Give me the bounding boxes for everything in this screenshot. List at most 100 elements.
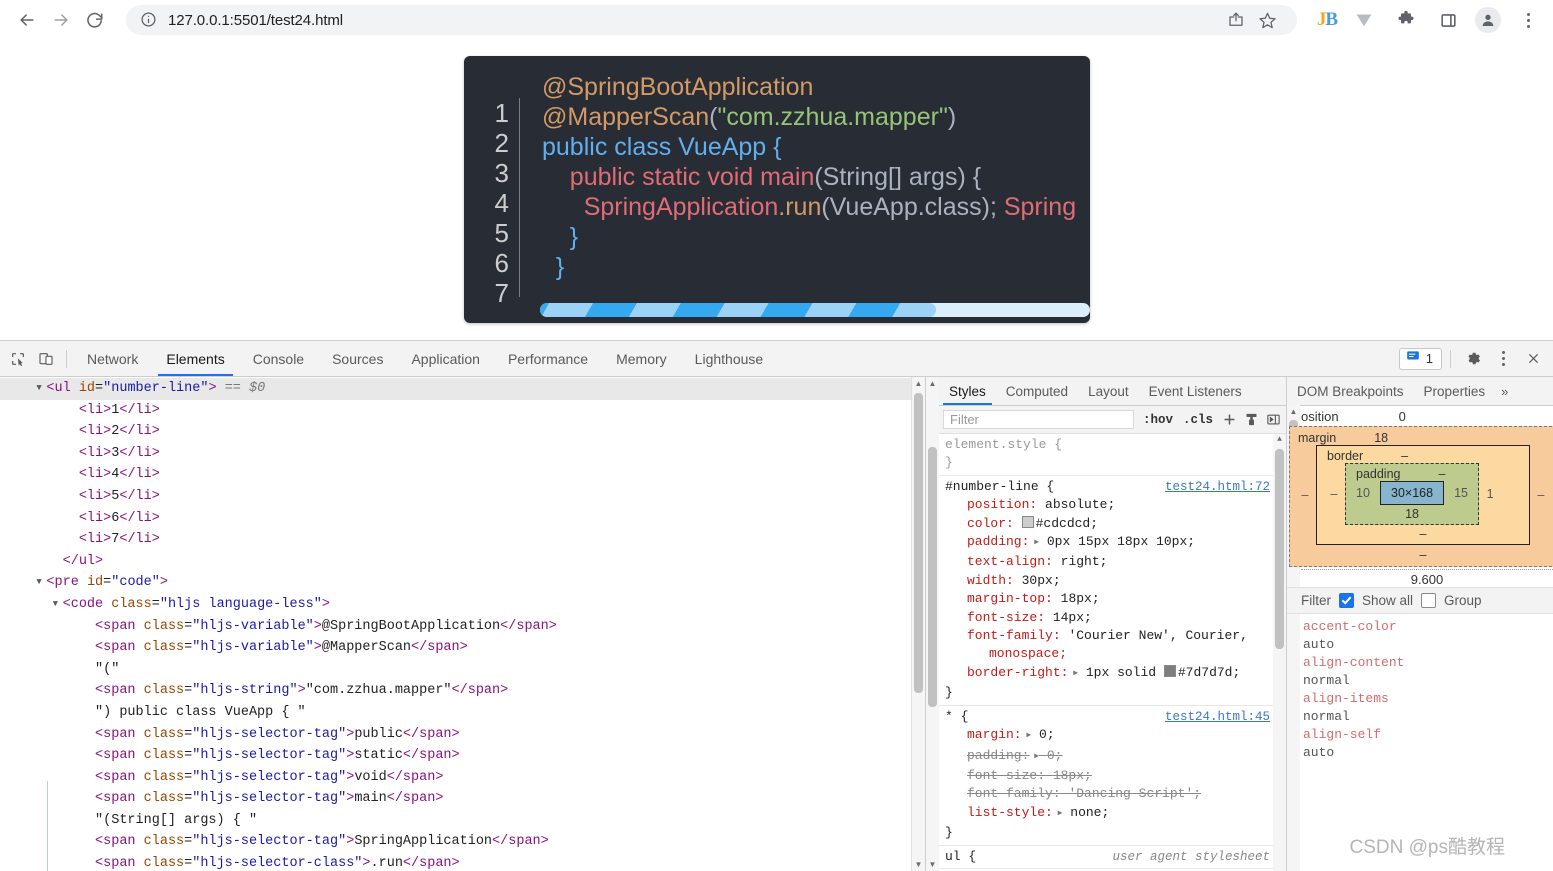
scroll-down-arrow[interactable]: ▼ (912, 858, 925, 871)
devtools-tab-network[interactable]: Network (73, 341, 152, 376)
box-border-bottom[interactable]: – (1420, 527, 1427, 541)
expand-triangle-icon[interactable]: ▼ (36, 378, 46, 400)
css-property-value[interactable]: 0; (1047, 748, 1063, 763)
inspect-element-icon[interactable] (4, 346, 32, 372)
css-rule-source-link[interactable]: user agent stylesheet (1112, 848, 1270, 866)
css-property-value[interactable]: 30px; (1022, 573, 1061, 588)
css-property-name[interactable]: color: (967, 516, 1014, 531)
dom-tree-scrollbar[interactable]: ▲ ▼ (911, 377, 925, 871)
computed-tab-properties[interactable]: Properties (1414, 377, 1496, 405)
scroll-down-arrow-styles[interactable]: ▼ (926, 858, 939, 871)
css-declaration[interactable]: text-align: right; (945, 553, 1286, 571)
css-rule-source-link[interactable]: test24.html:72 (1165, 478, 1270, 496)
dom-tree-row[interactable]: <span class="hljs-selector-class">.run</… (0, 853, 912, 871)
css-property-value[interactable]: #cdcdcd; (1036, 516, 1098, 531)
horizontal-scrollbar[interactable] (540, 303, 1090, 317)
share-icon[interactable] (1221, 5, 1251, 35)
reload-button[interactable] (78, 3, 112, 37)
css-property-name[interactable]: font-size: (967, 768, 1045, 783)
devtools-tab-console[interactable]: Console (239, 341, 318, 376)
box-margin-top[interactable]: 18 (1374, 431, 1388, 445)
styles-tab-styles[interactable]: Styles (939, 377, 996, 405)
css-declaration[interactable]: padding: ▶ 0; (945, 747, 1286, 767)
css-declaration[interactable]: border-right: ▶ 1px solid #7d7d7d; (945, 664, 1286, 684)
expand-arrow-icon[interactable]: ▶ (1029, 534, 1039, 552)
devtools-tab-application[interactable]: Application (397, 341, 494, 376)
jetbrains-toolbox-icon[interactable]: JB (1317, 9, 1338, 31)
css-property-value[interactable]: 14px; (1053, 610, 1092, 625)
cls-toggle[interactable]: .cls (1178, 413, 1218, 427)
dom-tree-row[interactable]: "(String[] args) { " (0, 810, 912, 832)
devtools-more-icon[interactable] (1489, 346, 1517, 372)
css-declaration[interactable]: font-family: 'Courier New', Courier, (945, 627, 1286, 645)
show-all-checkbox-box[interactable] (1339, 592, 1354, 608)
paintbrush-icon[interactable] (1240, 410, 1262, 430)
dom-tree-row[interactable]: <span class="hljs-selector-tag">main</sp… (0, 788, 912, 810)
css-declaration[interactable]: color: #cdcdcd; (945, 515, 1286, 533)
styles-filter-input[interactable]: Filter (943, 410, 1134, 429)
computed-property[interactable]: align-content normal (1301, 654, 1553, 690)
css-property-name[interactable]: font-family: (967, 786, 1061, 801)
css-rule[interactable]: test24.html:72 #number-line {position: ab… (939, 476, 1286, 706)
account-avatar-icon[interactable] (1475, 7, 1501, 33)
console-message-badge[interactable]: 1 (1398, 347, 1442, 370)
css-selector[interactable]: element.style { (945, 436, 1286, 454)
device-toolbar-icon[interactable] (32, 346, 60, 372)
css-property-value-continued[interactable]: monospace; (945, 645, 1286, 663)
dom-tree-row[interactable]: ") public class VueApp { " (0, 702, 912, 724)
css-property-value[interactable]: #7d7d7d; (1178, 665, 1240, 680)
dom-scrollbar-thumb[interactable] (914, 393, 923, 693)
css-property-value[interactable]: 0; (1039, 727, 1055, 742)
dom-tree-row[interactable]: <span class="hljs-string">"com.zzhua.map… (0, 680, 912, 702)
box-padding-right[interactable]: 15 (1450, 486, 1472, 500)
box-border-top[interactable]: – (1401, 449, 1408, 463)
scroll-up-arrow[interactable]: ▲ (912, 377, 925, 390)
css-property-name[interactable]: list-style: (967, 805, 1053, 820)
computed-property[interactable]: align-items normal (1301, 690, 1553, 726)
css-property-name[interactable]: padding: (967, 748, 1029, 763)
dom-tree-row[interactable]: <span class="hljs-variable">@MapperScan<… (0, 637, 912, 659)
css-declaration[interactable]: list-style: ▶ none; (945, 804, 1286, 824)
devtools-tab-elements[interactable]: Elements (152, 341, 238, 376)
scrollbar-thumb[interactable] (540, 303, 936, 317)
box-border-right[interactable]: 1 (1479, 487, 1501, 501)
box-margin-bottom[interactable]: – (1420, 548, 1427, 562)
css-declaration[interactable]: font-size: 18px; (945, 767, 1286, 785)
expand-arrow-icon[interactable]: ▶ (1029, 748, 1039, 766)
back-button[interactable] (10, 3, 44, 37)
css-property-name[interactable]: position: (967, 497, 1037, 512)
group-checkbox-box[interactable] (1421, 592, 1437, 608)
box-padding-area[interactable]: padding – 10 30×168 15 18 (1345, 463, 1480, 525)
dom-tree-row[interactable]: <span class="hljs-selector-tag">static</… (0, 745, 912, 767)
css-property-name[interactable]: text-align: (967, 554, 1053, 569)
expand-arrow-icon[interactable]: ▶ (1053, 805, 1063, 823)
star-icon[interactable] (1253, 5, 1283, 35)
computed-filter-input[interactable]: Filter (1301, 593, 1331, 608)
styles-tab-computed[interactable]: Computed (996, 377, 1078, 405)
expand-arrow-icon[interactable]: ▶ (1022, 727, 1031, 745)
expand-arrow-icon[interactable]: ▶ (1068, 665, 1078, 683)
styles-scroll-up-arrow[interactable]: ▲ (1273, 434, 1286, 447)
puzzle-extensions-icon[interactable] (1391, 5, 1421, 35)
dom-tree-row[interactable]: <li>3</li> (0, 443, 912, 465)
box-margin-left[interactable]: – (1294, 488, 1316, 502)
dom-tree[interactable]: ▼ <ul id="number-line"> == $0 <li>1</li> … (0, 377, 912, 871)
hov-toggle[interactable]: :hov (1138, 413, 1178, 427)
dom-tree-row[interactable]: "(" (0, 659, 912, 681)
dom-tree-row[interactable]: <li>5</li> (0, 486, 912, 508)
elements-sidebar-scrollbar[interactable]: ▲ ▼ (926, 377, 939, 871)
three-dot-menu-icon[interactable] (1513, 5, 1543, 35)
group-checkbox[interactable] (1421, 592, 1437, 609)
css-property-value[interactable]: 18px; (1061, 591, 1100, 606)
dom-tree-row[interactable]: <li>4</li> (0, 464, 912, 486)
styles-rules-scroll[interactable]: element.style {} test24.html:72 #number-li… (939, 434, 1286, 871)
show-all-checkbox[interactable] (1339, 592, 1354, 609)
computed-tab-dom-breakpoints[interactable]: DOM Breakpoints (1287, 377, 1414, 405)
devtools-tab-lighthouse[interactable]: Lighthouse (681, 341, 778, 376)
css-property-value[interactable]: 'Courier New', Courier, (1068, 628, 1247, 643)
styles-outer-scroll-thumb[interactable] (928, 447, 937, 707)
css-property-name[interactable]: margin-top: (967, 591, 1053, 606)
css-property-value[interactable]: 18px; (1053, 768, 1092, 783)
vimium-icon[interactable] (1349, 5, 1379, 35)
css-property-value[interactable]: 'Dancing Script'; (1068, 786, 1201, 801)
